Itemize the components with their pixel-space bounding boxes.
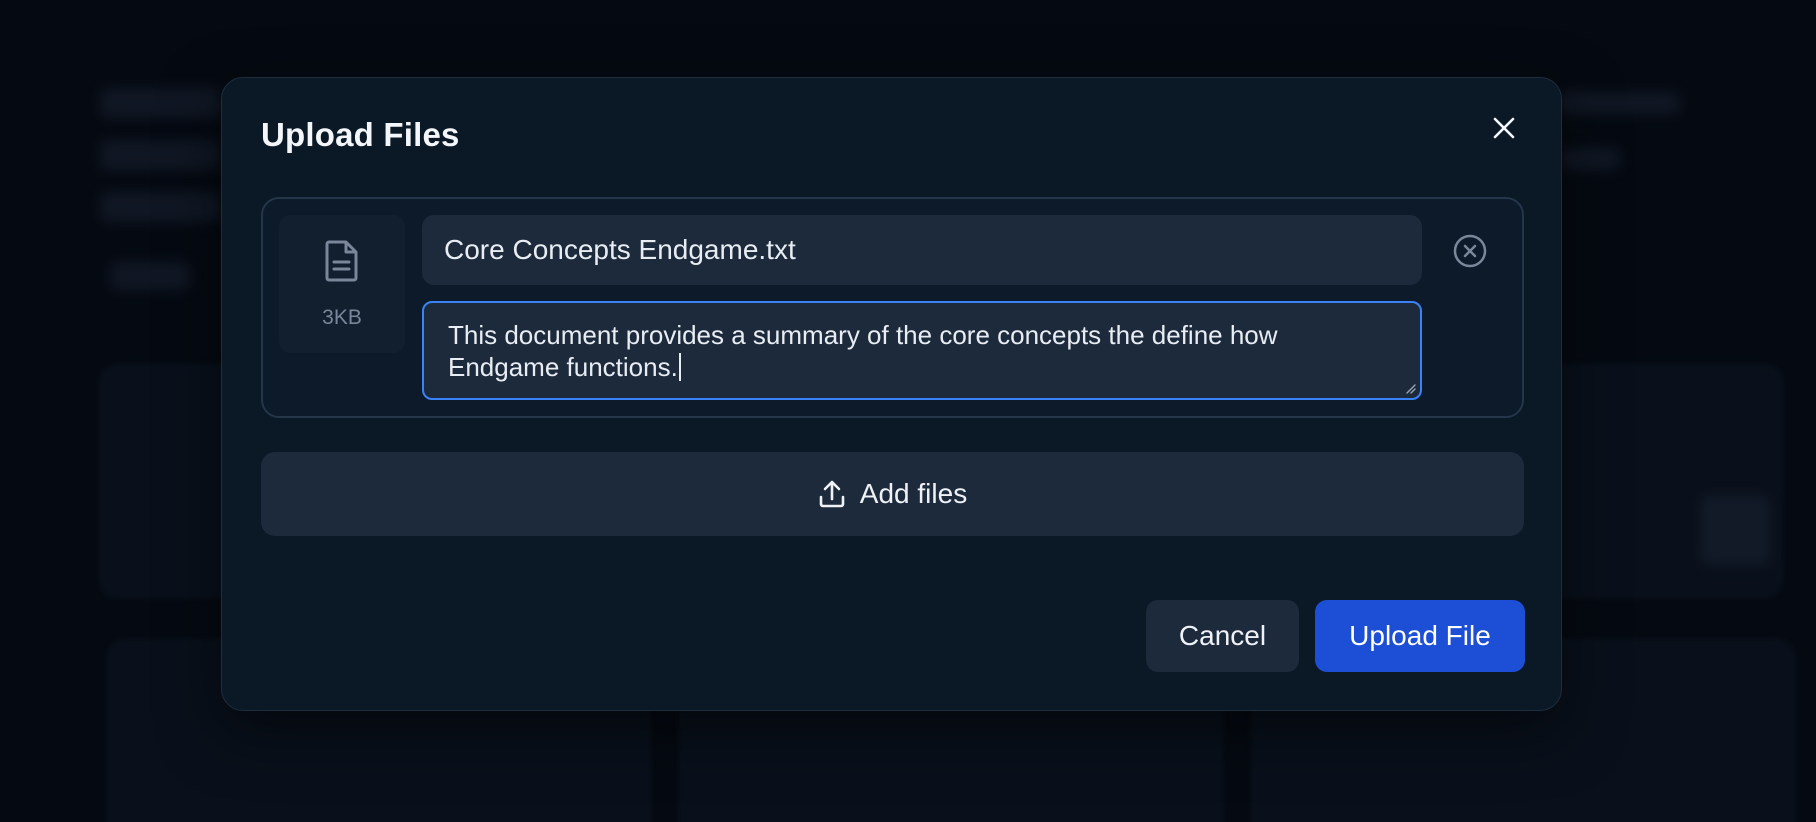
document-icon (325, 240, 358, 282)
text-caret (678, 353, 681, 381)
remove-file-button[interactable] (1452, 233, 1488, 269)
background-heading-line (100, 88, 220, 118)
add-files-button[interactable]: Add files (261, 452, 1524, 536)
dialog-title: Upload Files (261, 116, 460, 153)
remove-circle-icon (1453, 234, 1487, 268)
upload-file-button[interactable]: Upload File (1315, 600, 1525, 672)
background-text-line (1560, 148, 1620, 170)
file-thumbnail: 3KB (279, 215, 405, 353)
close-icon (1493, 117, 1515, 139)
file-entry: 3KB Core Concepts Endgame.txt This docum… (261, 197, 1524, 418)
background-text-line (1560, 92, 1680, 114)
background-heading-line (100, 140, 220, 170)
upload-icon (819, 480, 845, 508)
file-description-field[interactable]: This document provides a summary of the … (422, 301, 1422, 400)
upload-files-dialog: Upload Files 3KB Core Concepts Endgame.t… (221, 77, 1562, 711)
resize-grip-icon[interactable] (1404, 382, 1416, 394)
cancel-button[interactable]: Cancel (1146, 600, 1299, 672)
file-name-field[interactable]: Core Concepts Endgame.txt (422, 215, 1422, 285)
background-heading-line (100, 192, 220, 222)
add-files-label: Add files (859, 478, 968, 509)
background-button (1700, 495, 1770, 565)
file-description-text: This document provides a summary of the … (448, 320, 1278, 382)
close-button[interactable] (1487, 111, 1521, 145)
background-badge (110, 262, 190, 290)
file-size: 3KB (322, 306, 362, 329)
